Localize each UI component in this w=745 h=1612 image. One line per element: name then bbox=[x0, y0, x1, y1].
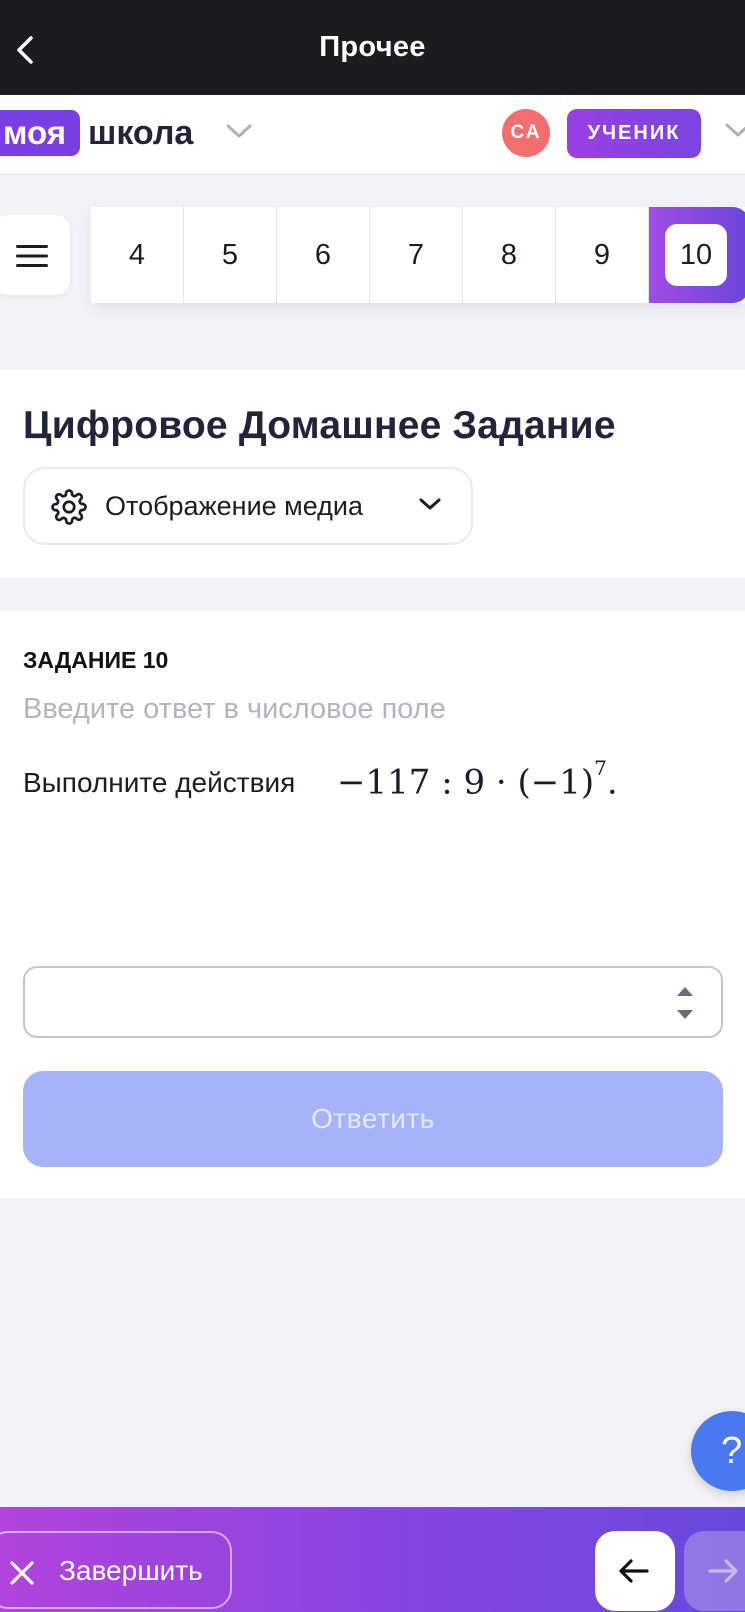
task-tab[interactable]: 4 bbox=[91, 207, 184, 303]
chevron-down-icon[interactable] bbox=[225, 122, 253, 140]
expression-end: . bbox=[606, 762, 618, 803]
role-badge[interactable]: УЧЕНИК bbox=[567, 109, 701, 158]
assignment-card: Цифровое Домашнее Задание Отображение ме… bbox=[0, 370, 745, 578]
expression-exponent: 7 bbox=[594, 756, 607, 780]
chevron-down-icon[interactable] bbox=[724, 121, 745, 139]
task-tab[interactable]: 7 bbox=[370, 207, 463, 303]
media-display-dropdown[interactable]: Отображение медиа bbox=[23, 467, 473, 545]
expression-base: −117 : 9 · (−1) bbox=[337, 762, 595, 803]
finish-button[interactable]: Завершить bbox=[0, 1531, 232, 1609]
close-icon bbox=[10, 1561, 34, 1585]
avatar[interactable]: СА bbox=[502, 109, 550, 157]
task-card: ЗАДАНИЕ 10 Введите ответ в числовое поле… bbox=[0, 611, 745, 1198]
answer-input[interactable] bbox=[25, 968, 665, 1036]
arrow-right-icon bbox=[708, 1559, 738, 1583]
submit-answer-button[interactable]: Ответить bbox=[23, 1071, 723, 1167]
app-header: Прочее bbox=[0, 0, 745, 95]
task-tabs: 4 5 6 7 8 9 10 bbox=[91, 207, 745, 303]
chevron-down-icon bbox=[419, 498, 441, 510]
task-tab[interactable]: 9 bbox=[556, 207, 649, 303]
task-question: Выполните действия bbox=[23, 767, 296, 798]
menu-button[interactable] bbox=[0, 215, 70, 295]
media-display-label: Отображение медиа bbox=[105, 491, 364, 521]
help-label: ? bbox=[721, 1430, 743, 1472]
task-tab[interactable]: 5 bbox=[184, 207, 277, 303]
active-tab-label: 10 bbox=[665, 224, 727, 286]
arrow-left-icon bbox=[619, 1559, 649, 1583]
task-tab[interactable]: 8 bbox=[463, 207, 556, 303]
task-tab-active[interactable]: 10 bbox=[649, 207, 745, 303]
hamburger-icon bbox=[16, 245, 48, 267]
math-expression: −117 : 9 · (−1)7. bbox=[337, 756, 618, 803]
assignment-title: Цифровое Домашнее Задание bbox=[23, 404, 616, 447]
brand-bar: моя школа СА УЧЕНИК bbox=[0, 95, 745, 175]
logo-badge: моя bbox=[0, 110, 80, 156]
task-hint: Введите ответ в числовое поле bbox=[23, 693, 446, 725]
gear-icon bbox=[51, 489, 87, 525]
next-task-button[interactable] bbox=[684, 1531, 745, 1611]
finish-label: Завершить bbox=[59, 1555, 203, 1586]
task-navigation: 4 5 6 7 8 9 10 bbox=[0, 207, 745, 303]
task-number-label: ЗАДАНИЕ 10 bbox=[23, 647, 169, 673]
number-stepper-icon[interactable] bbox=[675, 984, 695, 1022]
logo-text: школа bbox=[88, 114, 194, 152]
page-title: Прочее bbox=[319, 31, 426, 63]
bottom-bar: Завершить bbox=[0, 1507, 745, 1612]
task-tab[interactable]: 6 bbox=[277, 207, 370, 303]
help-button[interactable]: ? bbox=[691, 1411, 745, 1491]
answer-field[interactable] bbox=[23, 966, 723, 1038]
previous-task-button[interactable] bbox=[595, 1531, 675, 1611]
